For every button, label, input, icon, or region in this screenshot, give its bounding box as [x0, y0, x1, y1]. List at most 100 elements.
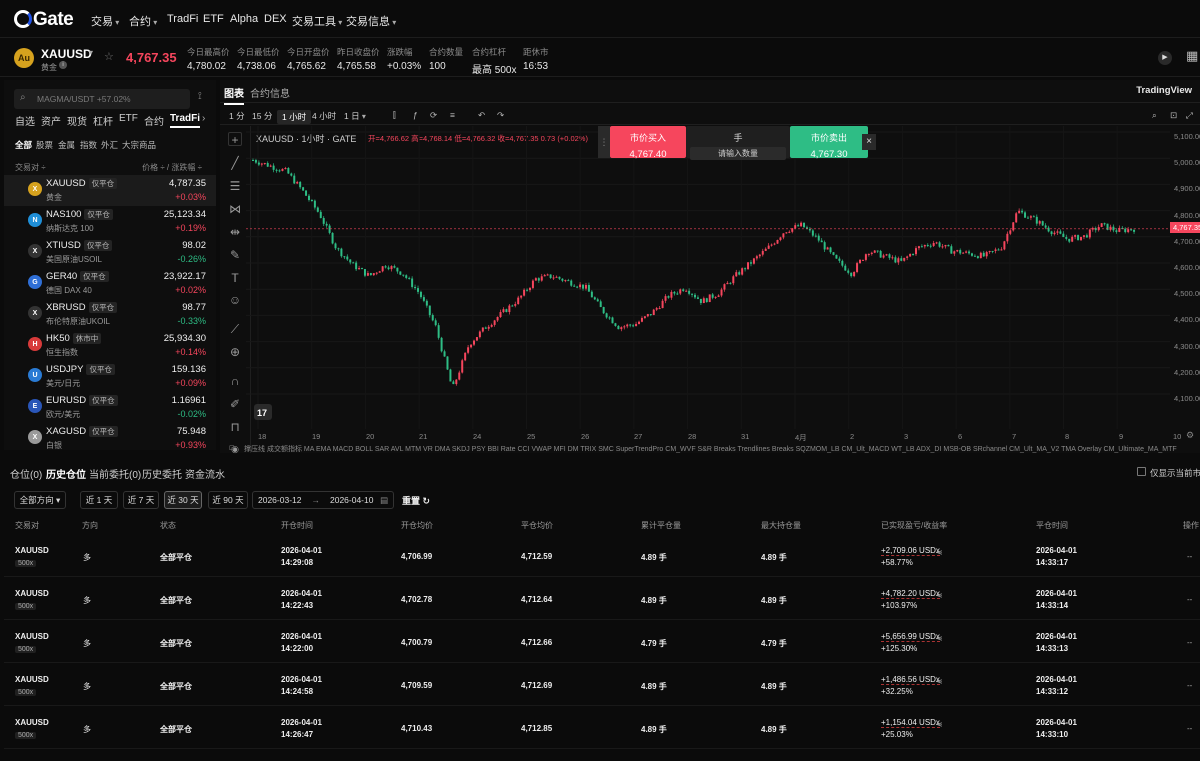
range-7d-button[interactable]: 近 7 天	[123, 491, 159, 509]
play-icon[interactable]: ▶	[1158, 51, 1172, 65]
market-buy-button[interactable]: 市价买入 4,767.40	[610, 126, 686, 160]
table-row[interactable]: XAUUSD 500x 多 全部平仓 2026-04-01 14:29:08 4,706.9…	[4, 534, 1200, 577]
share-icon[interactable]: ⋖	[936, 634, 943, 643]
nav-alpha[interactable]: Alpha	[230, 13, 258, 25]
market-row-eurusd[interactable]: E EURUSD 仅平仓 欧元/美元 1.16961 -0.02%	[4, 392, 216, 423]
tab-contract-info[interactable]: 合约信息	[250, 85, 290, 100]
tf-1m[interactable]: 1 分	[229, 110, 245, 122]
nav-etf[interactable]: ETF	[203, 13, 224, 25]
candle-type-icon[interactable]: ⫿	[393, 110, 396, 121]
range-90d-button[interactable]: 近 90 天	[208, 491, 248, 509]
market-sell-button[interactable]: 市价卖出 4,767.30	[790, 126, 868, 160]
nav-dex[interactable]: DEX	[264, 13, 287, 25]
trendline-icon[interactable]: ╱	[228, 156, 242, 170]
lock-icon[interactable]: ⊓	[228, 420, 242, 434]
nav-tools[interactable]: 交易工具	[292, 13, 342, 29]
tab-open-orders[interactable]: 当前委托(0)	[89, 466, 141, 481]
row-pnl[interactable]: +5,656.99 USDx	[881, 632, 940, 642]
market-row-xagusd[interactable]: X XAGUSD 仅平仓 白银 75.948 +0.93%	[4, 423, 216, 454]
filter-indices[interactable]: 指数	[80, 139, 97, 151]
tab-positions[interactable]: 仓位(0)	[10, 466, 42, 481]
row-pnl[interactable]: +1,486.56 USDx	[881, 675, 940, 685]
nav-tradfi[interactable]: TradFi	[167, 13, 198, 25]
tab-position-history[interactable]: 历史仓位	[46, 466, 86, 481]
tab-futures[interactable]: 合约	[144, 113, 164, 128]
filter-commodities[interactable]: 大宗商品	[122, 139, 156, 151]
tab-tradfi[interactable]: TradFi	[170, 113, 201, 128]
tradingview-label[interactable]: TradingView	[1136, 85, 1192, 96]
filter-stocks[interactable]: 股票	[36, 139, 53, 151]
filter-all[interactable]: 全部	[15, 139, 32, 151]
share-icon[interactable]: ⋖	[936, 591, 943, 600]
table-row[interactable]: XAUUSD 500x 多 全部平仓 2026-04-01 14:22:43 4,702.7…	[4, 577, 1200, 620]
market-row-hk50[interactable]: H HK50 休市中 恒生指数 25,934.30 +0.14%	[4, 330, 216, 361]
tab-funding-flow[interactable]: 资金流水	[185, 466, 225, 481]
market-row-xtiusd[interactable]: X XTIUSD 仅平仓 美国原油USOIL 98.02 -0.26%	[4, 237, 216, 268]
market-row-xbrusd[interactable]: X XBRUSD 仅平仓 布伦特原油UKOIL 98.77 -0.33%	[4, 299, 216, 330]
quantity-input[interactable]: 请输入数量	[690, 147, 786, 160]
settings-list-icon[interactable]: ≡	[450, 110, 455, 120]
filter-metals[interactable]: 金属	[58, 139, 75, 151]
row-pnl[interactable]: +4,782.20 USDx	[881, 589, 940, 599]
fullscreen-icon[interactable]: ⤢	[1186, 110, 1193, 121]
show-current-checkbox[interactable]	[1137, 467, 1146, 476]
favorite-star-icon[interactable]: ☆	[104, 50, 114, 63]
tab-order-history[interactable]: 历史委托	[142, 466, 182, 481]
direction-filter[interactable]: 全部方向 ▾	[14, 491, 66, 509]
ruler-icon[interactable]: ⟋	[228, 322, 242, 336]
table-row[interactable]: XAUUSD 500x 多 全部平仓 2026-04-01 14:24:58 4,709.5…	[4, 663, 1200, 706]
row-pnl[interactable]: +2,709.06 USDx	[881, 546, 940, 556]
row-action[interactable]: --	[1187, 724, 1192, 733]
undo-icon[interactable]: ↶	[478, 110, 485, 121]
share-icon[interactable]: ⋖	[936, 720, 943, 729]
market-row-nas100[interactable]: N NAS100 仅平仓 纳斯达克 100 25,123.34 +0.19%	[4, 206, 216, 237]
info-icon[interactable]: i	[59, 61, 67, 69]
table-row[interactable]: XAUUSD 500x 多 全部平仓 2026-04-01 14:22:00 4,700.7…	[4, 620, 1200, 663]
row-action[interactable]: --	[1187, 638, 1192, 647]
layout-icon[interactable]: ▦	[1186, 48, 1198, 64]
filter-forex[interactable]: 外汇	[101, 139, 118, 151]
tf-4h[interactable]: 4 小时	[312, 110, 336, 122]
table-row[interactable]: XAUUSD 500x 多 全部平仓 2026-04-01 14:26:47 4,710.4…	[4, 706, 1200, 749]
range-30d-button[interactable]: 近 30 天	[164, 491, 202, 509]
camera-icon[interactable]: ⊡	[1170, 110, 1177, 121]
settings-gear-icon[interactable]: ⚙	[1186, 430, 1194, 441]
fib-icon[interactable]: ☰	[228, 179, 242, 193]
tf-15m[interactable]: 15 分	[252, 110, 272, 122]
col-price-header[interactable]: 价格 ÷ / 涨跌幅 ÷	[142, 162, 202, 173]
share-icon[interactable]: ⋖	[936, 548, 943, 557]
row-action[interactable]: --	[1187, 552, 1192, 561]
replay-icon[interactable]: ⟳	[430, 110, 437, 121]
tabs-next-icon[interactable]: ›	[202, 113, 205, 124]
tab-favorites[interactable]: 自选	[15, 113, 35, 128]
tab-margin[interactable]: 杠杆	[93, 113, 113, 128]
tf-1h[interactable]: 1 小时	[277, 110, 312, 124]
measure-icon[interactable]: ⇹	[228, 225, 242, 239]
tab-spot[interactable]: 现货	[67, 113, 87, 128]
range-1d-button[interactable]: 近 1 天	[80, 491, 118, 509]
indicator-icon[interactable]: ⊡	[229, 444, 235, 452]
pin-icon[interactable]: ⟟	[198, 91, 202, 102]
nav-info[interactable]: 交易信息	[346, 13, 396, 29]
symbol-dropdown-icon[interactable]: ▾	[89, 48, 93, 57]
market-row-xauusd[interactable]: X XAUUSD 仅平仓 黄金 4,787.35 +0.03%	[4, 175, 216, 206]
share-icon[interactable]: ⋖	[936, 677, 943, 686]
zoom-icon[interactable]: ⊕	[228, 345, 242, 359]
market-row-usdjpy[interactable]: U USDJPY 仅平仓 美元/日元 159.136 +0.09%	[4, 361, 216, 392]
magnet-icon[interactable]: ∩	[228, 374, 242, 388]
nav-futures[interactable]: 合约	[129, 13, 157, 29]
date-range-picker[interactable]: 2026-03-12 → 2026-04-10 ▤	[252, 491, 394, 509]
close-icon[interactable]: ×	[862, 134, 876, 150]
tab-assets[interactable]: 资产	[41, 113, 61, 128]
emoji-icon[interactable]: ☺	[228, 293, 242, 307]
text-icon[interactable]: T	[228, 271, 242, 285]
indicator-bar[interactable]: 撑压线 成交额指标 MA EMA MACD BOLL SAR AVL MTM V…	[244, 444, 1192, 454]
redo-icon[interactable]: ↷	[497, 110, 504, 121]
col-pair-header[interactable]: 交易对 ÷	[15, 162, 46, 173]
row-action[interactable]: --	[1187, 681, 1192, 690]
drag-handle-icon[interactable]: ⋮	[598, 126, 610, 158]
tab-etf[interactable]: ETF	[119, 113, 138, 124]
row-action[interactable]: --	[1187, 595, 1192, 604]
nav-trade[interactable]: 交易	[91, 13, 119, 29]
brush-icon[interactable]: ✎	[228, 248, 242, 262]
